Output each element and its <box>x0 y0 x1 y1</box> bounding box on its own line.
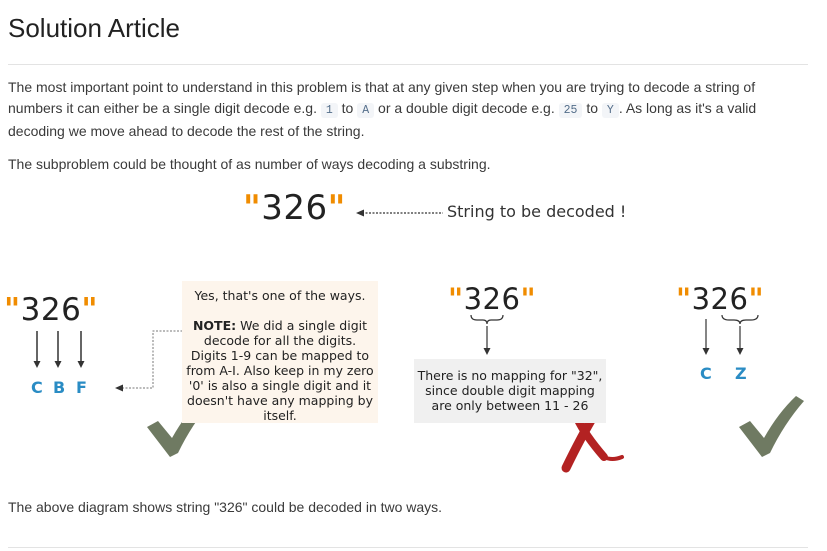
no-mapping-note: There is no mapping for "32", since doub… <box>414 359 606 423</box>
check-icon-right <box>739 396 804 457</box>
right-letter-z: Z <box>735 364 747 383</box>
intro-paragraph: The most important point to understand i… <box>8 77 808 142</box>
right-letter-c: C <box>700 364 712 383</box>
inline-code-1: 1 <box>320 103 338 118</box>
note-label: NOTE: <box>192 318 237 333</box>
inline-code-25: 25 <box>558 103 583 118</box>
middle-down-arrow <box>483 348 491 355</box>
right-arrows <box>705 314 759 348</box>
input-string: "326" <box>243 188 346 228</box>
note-first-line: Yes, that's one of the ways. <box>194 288 366 303</box>
right-down-arrow-c <box>702 348 710 355</box>
intro-to-1: to <box>337 100 358 116</box>
middle-string: "326" <box>448 282 537 316</box>
caption-arrow <box>356 209 443 217</box>
inline-code-y: Y <box>601 103 619 118</box>
left-down-arrows <box>33 331 85 368</box>
middle-brace <box>470 314 504 348</box>
bottom-divider <box>8 547 808 548</box>
note-body: NOTE: We did a single digit decode for a… <box>186 318 374 423</box>
page-title: Solution Article <box>8 13 180 43</box>
diagram-graphics <box>33 209 804 473</box>
subproblem-paragraph: The subproblem could be thought of as nu… <box>8 156 491 172</box>
note-text: We did a single digit decode for all the… <box>186 318 374 423</box>
left-letter-f: F <box>76 378 87 397</box>
left-string: "326" <box>4 292 98 328</box>
intro-text-b: or a double digit decode e.g. <box>374 100 559 116</box>
right-down-arrow-z <box>736 348 744 355</box>
input-caption: String to be decoded ! <box>447 202 627 221</box>
intro-to-2: to <box>582 100 602 116</box>
inline-code-a: A <box>357 103 375 118</box>
conclusion-paragraph: The above diagram shows string "326" cou… <box>8 499 443 515</box>
single-digit-note: Yes, that's one of the ways. NOTE: We di… <box>182 281 378 423</box>
left-letter-b: B <box>53 378 66 397</box>
no-mapping-text: There is no mapping for "32", since doub… <box>417 368 603 413</box>
right-string: "326" <box>676 282 765 316</box>
left-letter-c: C <box>31 378 43 397</box>
title-divider <box>8 64 808 65</box>
decode-diagram: "326" String to be decoded ! "326" C B F… <box>0 185 827 475</box>
